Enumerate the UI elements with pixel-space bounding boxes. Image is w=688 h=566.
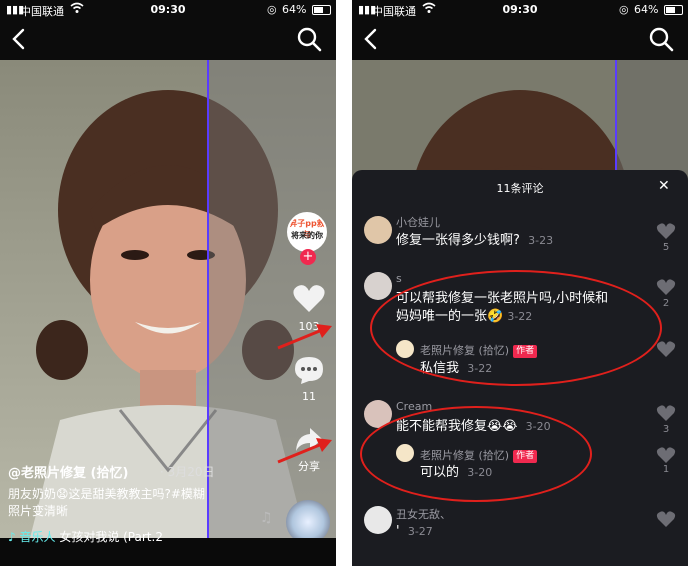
caption-line-1: 朋友奶奶😧这是甜美教教主吗?#模糊 xyxy=(8,487,205,501)
video-date: · 3月20日 xyxy=(160,465,215,479)
annotation-arrow-icon xyxy=(277,324,332,350)
caption-line-2: 照片变清晰 xyxy=(8,504,69,518)
music-title: 女孩对我说 (Part.2 xyxy=(59,530,163,544)
follow-plus-button[interactable]: + xyxy=(300,249,316,265)
comment-count: 11 xyxy=(302,390,316,403)
annotation-highlight xyxy=(360,406,592,502)
rotation-lock-icon: ◎ xyxy=(267,3,277,16)
commenter-name[interactable]: s xyxy=(396,272,402,285)
music-label: ♪ 音乐人 xyxy=(8,530,56,544)
comment-like-count: 3 xyxy=(662,424,670,435)
commenter-avatar[interactable] xyxy=(364,216,392,244)
top-nav xyxy=(352,20,688,60)
reply-like-icon[interactable] xyxy=(656,340,676,358)
search-icon[interactable] xyxy=(648,26,674,52)
top-nav xyxy=(0,20,336,60)
comment-like-count: 5 xyxy=(662,242,670,253)
close-icon[interactable]: ✕ xyxy=(658,178,670,194)
commenter-avatar[interactable] xyxy=(364,506,392,534)
rotation-lock-icon: ◎ xyxy=(619,3,629,16)
battery-percent: 64% xyxy=(282,3,307,16)
comments-panel: 11条评论 ✕ 小仓娃儿 修复一张得多少钱啊? 3-23 5 s 可以帮我修复一… xyxy=(352,170,688,566)
comment-like-icon[interactable] xyxy=(656,278,676,296)
like-heart-icon[interactable] xyxy=(292,284,326,314)
comment-like-icon[interactable] xyxy=(656,404,676,422)
status-bar: ▮▮▮ 中国联通 09:30 ◎ 64% xyxy=(352,0,688,20)
comment-text: 修复一张得多少钱啊? 3-23 xyxy=(396,232,636,250)
reply-like-count: 1 xyxy=(662,464,670,475)
comment-like-icon[interactable] xyxy=(656,510,676,528)
comment-text: ' 3-27 xyxy=(396,523,636,541)
comment-body: ' xyxy=(396,524,400,539)
video-caption: 朋友奶奶😧这是甜美教教主吗?#模糊 照片变清晰 xyxy=(8,486,248,520)
battery-percent: 64% xyxy=(634,3,659,16)
creator-avatar[interactable]: 昇子pp救与 将来的你 xyxy=(287,212,327,252)
back-arrow-icon[interactable] xyxy=(8,26,30,52)
comment-time: 3-27 xyxy=(407,525,433,538)
comment-body: 修复一张得多少钱啊? xyxy=(396,233,520,248)
comment-like-icon[interactable] xyxy=(656,222,676,240)
comment-like-count: 2 xyxy=(662,298,670,309)
video-screen: ▮▮▮ 中国联通 09:30 ◎ 64% 昇子pp救与 将来的你 + 103 1… xyxy=(0,0,336,566)
music-note-icon: ♫ xyxy=(260,510,273,526)
annotation-arrow-icon xyxy=(277,438,332,464)
video-author[interactable]: @老照片修复 (拾忆) xyxy=(8,462,128,481)
battery-icon xyxy=(312,5,331,15)
comment-time: 3-23 xyxy=(528,234,554,247)
comment-bubble-icon[interactable] xyxy=(293,355,325,385)
comments-title: 11条评论 xyxy=(496,182,544,195)
comments-screen: ▮▮▮ 中国联通 09:30 ◎ 64% 11条评论 ✕ 小仓娃儿 修复一张得多… xyxy=(352,0,688,566)
commenter-avatar[interactable] xyxy=(364,272,392,300)
commenter-name[interactable]: 小仓娃儿 xyxy=(396,214,440,230)
avatar-text-bottom: 将来的你 xyxy=(291,231,323,240)
music-info[interactable]: ♪ 音乐人 女孩对我说 (Part.2 xyxy=(8,528,163,545)
status-bar: ▮▮▮ 中国联通 09:30 ◎ 64% xyxy=(0,0,336,20)
back-arrow-icon[interactable] xyxy=(360,26,382,52)
commenter-name[interactable]: 丑女无敌、 xyxy=(396,506,451,522)
search-icon[interactable] xyxy=(296,26,322,52)
battery-icon xyxy=(664,5,683,15)
annotation-highlight xyxy=(370,270,662,386)
reply-like-icon[interactable] xyxy=(656,446,676,464)
